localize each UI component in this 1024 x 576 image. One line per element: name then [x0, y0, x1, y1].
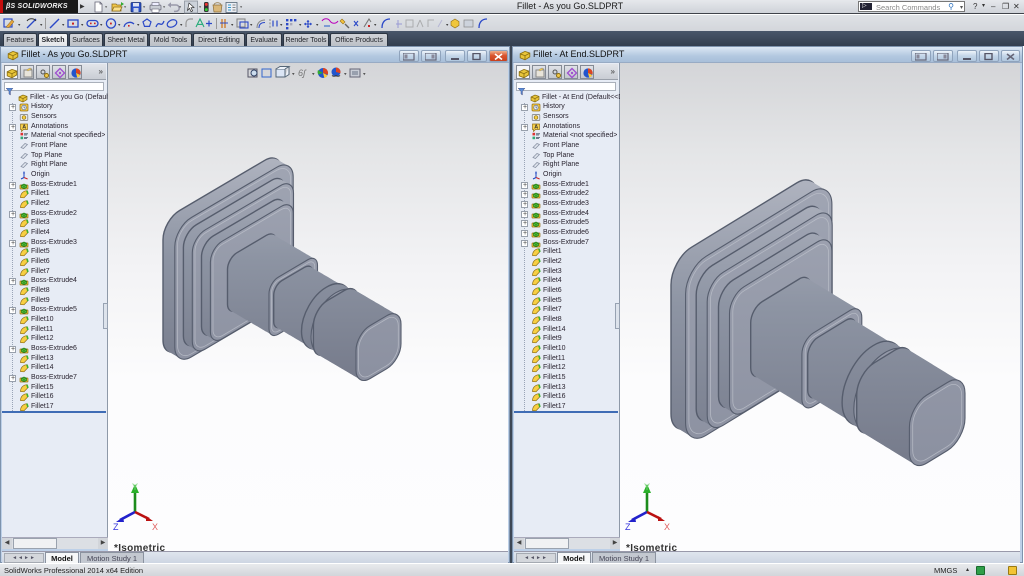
svg-text:Z: Z	[113, 522, 119, 530]
svg-text:X: X	[664, 522, 670, 530]
svg-text:Y: Y	[132, 482, 138, 492]
svg-text:X: X	[152, 522, 158, 530]
svg-text:Y: Y	[644, 482, 650, 492]
svg-text:6ʃ: 6ʃ	[298, 68, 307, 78]
svg-text:Z: Z	[625, 522, 631, 530]
